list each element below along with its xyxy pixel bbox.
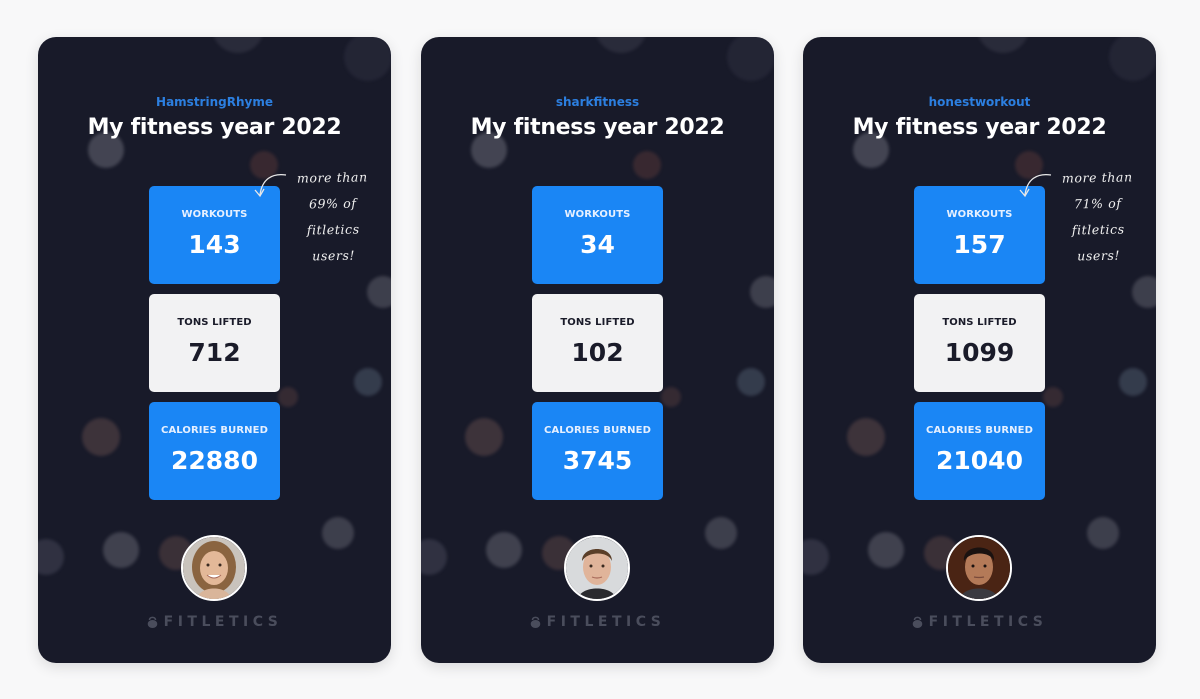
stat-label: TONS LIFTED bbox=[177, 317, 252, 328]
bokeh-light bbox=[82, 418, 120, 456]
bokeh-light bbox=[1119, 368, 1147, 396]
bokeh-light bbox=[38, 539, 64, 575]
stat-tons-lifted: TONS LIFTED 712 bbox=[149, 294, 280, 392]
stat-tons-lifted: TONS LIFTED 1099 bbox=[914, 294, 1045, 392]
fitness-year-card: HamstringRhyme My fitness year 2022 WORK… bbox=[38, 37, 391, 663]
username[interactable]: sharkfitness bbox=[421, 95, 774, 109]
stat-value: 1099 bbox=[944, 338, 1015, 367]
stat-label: TONS LIFTED bbox=[942, 317, 1017, 328]
stat-value: 34 bbox=[580, 230, 615, 259]
bokeh-light bbox=[803, 539, 829, 575]
handwritten-note: more than 71% of fitletics users! bbox=[1052, 164, 1144, 270]
stat-value: 712 bbox=[188, 338, 241, 367]
bokeh-light bbox=[465, 418, 503, 456]
brand-name: FITLETICS bbox=[928, 614, 1048, 630]
note-line: fitletics bbox=[306, 221, 360, 238]
brand-logo: FITLETICS bbox=[421, 614, 774, 630]
stat-calories-burned: CALORIES BURNED 21040 bbox=[914, 402, 1045, 500]
stat-value: 21040 bbox=[936, 446, 1023, 475]
stat-tons-lifted: TONS LIFTED 102 bbox=[532, 294, 663, 392]
stat-label: WORKOUTS bbox=[946, 209, 1013, 220]
stat-value: 143 bbox=[188, 230, 241, 259]
bokeh-light bbox=[633, 151, 661, 179]
card-title: My fitness year 2022 bbox=[470, 115, 725, 140]
kettlebell-icon bbox=[912, 616, 922, 628]
bokeh-light bbox=[486, 532, 522, 568]
user-photo-icon bbox=[566, 537, 628, 599]
note-line: fitletics bbox=[1071, 221, 1125, 238]
bokeh-light bbox=[1087, 517, 1119, 549]
note-line: more than bbox=[296, 169, 368, 186]
brand-logo: FITLETICS bbox=[803, 614, 1156, 630]
stat-label: TONS LIFTED bbox=[560, 317, 635, 328]
bokeh-light bbox=[421, 539, 447, 575]
stat-value: 102 bbox=[571, 338, 624, 367]
bokeh-light bbox=[278, 387, 298, 407]
stat-value: 22880 bbox=[171, 446, 258, 475]
stat-label: WORKOUTS bbox=[564, 209, 631, 220]
stat-label: CALORIES BURNED bbox=[926, 425, 1033, 436]
kettlebell-icon bbox=[530, 616, 540, 628]
bokeh-light bbox=[1109, 37, 1156, 81]
stat-label: CALORIES BURNED bbox=[544, 425, 651, 436]
curved-arrow-icon bbox=[1019, 173, 1052, 198]
stat-value: 157 bbox=[953, 230, 1006, 259]
bokeh-light bbox=[595, 37, 647, 53]
stat-value: 3745 bbox=[562, 446, 633, 475]
fitness-year-card: honestworkout My fitness year 2022 WORKO… bbox=[803, 37, 1156, 663]
username[interactable]: HamstringRhyme bbox=[38, 95, 391, 109]
note-line: 69% of bbox=[308, 195, 357, 212]
kettlebell-icon bbox=[147, 616, 157, 628]
fitness-year-card: sharkfitness My fitness year 2022 WORKOU… bbox=[421, 37, 774, 663]
avatar bbox=[946, 535, 1012, 601]
stat-label: CALORIES BURNED bbox=[161, 425, 268, 436]
stat-calories-burned: CALORIES BURNED 22880 bbox=[149, 402, 280, 500]
bokeh-light bbox=[727, 37, 774, 81]
card-title: My fitness year 2022 bbox=[87, 115, 342, 140]
avatar bbox=[181, 535, 247, 601]
bokeh-light bbox=[1043, 387, 1063, 407]
stat-label: WORKOUTS bbox=[181, 209, 248, 220]
bokeh-light bbox=[661, 387, 681, 407]
brand-name: FITLETICS bbox=[546, 614, 666, 630]
user-photo-icon bbox=[948, 537, 1010, 599]
bokeh-light bbox=[344, 37, 391, 81]
stat-workouts: WORKOUTS 34 bbox=[532, 186, 663, 284]
user-photo-icon bbox=[183, 537, 245, 599]
bokeh-light bbox=[354, 368, 382, 396]
bokeh-light bbox=[705, 517, 737, 549]
note-line: more than bbox=[1061, 169, 1133, 186]
bokeh-light bbox=[750, 276, 774, 308]
bokeh-light bbox=[103, 532, 139, 568]
bokeh-light bbox=[977, 37, 1029, 53]
curved-arrow-icon bbox=[254, 173, 287, 198]
handwritten-note: more than 69% of fitletics users! bbox=[287, 164, 379, 270]
avatar bbox=[564, 535, 630, 601]
bokeh-light bbox=[367, 276, 391, 308]
bokeh-light bbox=[322, 517, 354, 549]
card-title: My fitness year 2022 bbox=[852, 115, 1107, 140]
bokeh-light bbox=[737, 368, 765, 396]
bokeh-light bbox=[868, 532, 904, 568]
note-line: users! bbox=[1077, 247, 1121, 264]
brand-name: FITLETICS bbox=[163, 614, 283, 630]
brand-logo: FITLETICS bbox=[38, 614, 391, 630]
note-line: 71% of bbox=[1073, 195, 1122, 212]
bokeh-light bbox=[847, 418, 885, 456]
username[interactable]: honestworkout bbox=[803, 95, 1156, 109]
note-line: users! bbox=[312, 247, 356, 264]
bokeh-light bbox=[1132, 276, 1156, 308]
bokeh-light bbox=[212, 37, 264, 53]
stat-calories-burned: CALORIES BURNED 3745 bbox=[532, 402, 663, 500]
